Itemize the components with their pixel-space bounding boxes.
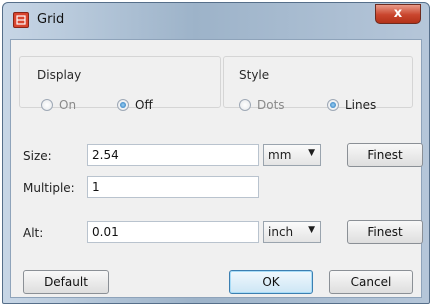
grid-app-icon bbox=[13, 12, 29, 28]
alt-input[interactable]: 0.01 bbox=[87, 221, 259, 243]
multiple-label: Multiple: bbox=[23, 181, 75, 195]
size-input[interactable]: 2.54 bbox=[87, 144, 259, 166]
ok-button[interactable]: OK bbox=[229, 270, 313, 294]
display-on-label: On bbox=[59, 98, 77, 112]
alt-unit-select[interactable]: inch ▼ bbox=[263, 221, 321, 243]
alt-label: Alt: bbox=[23, 226, 44, 240]
window-title: Grid bbox=[37, 12, 65, 27]
radio-unchecked-icon bbox=[239, 99, 251, 111]
title-bar[interactable]: Grid x bbox=[3, 3, 429, 39]
display-off-label: Off bbox=[135, 98, 153, 112]
display-group-title: Display bbox=[37, 68, 82, 82]
chevron-down-icon: ▼ bbox=[308, 225, 315, 235]
style-lines-radio[interactable]: Lines bbox=[327, 98, 376, 112]
dialog-body: Display On Off Style Dots Lines Size: 2.… bbox=[10, 39, 423, 298]
size-label: Size: bbox=[23, 149, 52, 163]
style-group-title: Style bbox=[239, 68, 270, 82]
cancel-button[interactable]: Cancel bbox=[329, 270, 413, 294]
alt-unit-value: inch bbox=[268, 225, 294, 239]
default-button[interactable]: Default bbox=[23, 270, 109, 294]
display-on-radio[interactable]: On bbox=[41, 98, 76, 112]
close-icon: x bbox=[393, 6, 403, 21]
size-finest-button[interactable]: Finest bbox=[347, 143, 423, 167]
display-off-radio[interactable]: Off bbox=[117, 98, 153, 112]
size-unit-value: mm bbox=[268, 148, 292, 162]
style-dots-radio[interactable]: Dots bbox=[239, 98, 285, 112]
radio-checked-icon bbox=[327, 99, 339, 111]
style-dots-label: Dots bbox=[257, 98, 285, 112]
radio-checked-icon bbox=[117, 99, 129, 111]
close-button[interactable]: x bbox=[375, 4, 421, 24]
alt-finest-button[interactable]: Finest bbox=[347, 220, 423, 244]
radio-unchecked-icon bbox=[41, 99, 53, 111]
multiple-input[interactable]: 1 bbox=[87, 176, 259, 198]
style-lines-label: Lines bbox=[345, 98, 377, 112]
grid-dialog-window: Grid x Display On Off Style Dots Lines S… bbox=[2, 2, 430, 304]
chevron-down-icon: ▼ bbox=[308, 148, 315, 158]
size-unit-select[interactable]: mm ▼ bbox=[263, 144, 321, 166]
